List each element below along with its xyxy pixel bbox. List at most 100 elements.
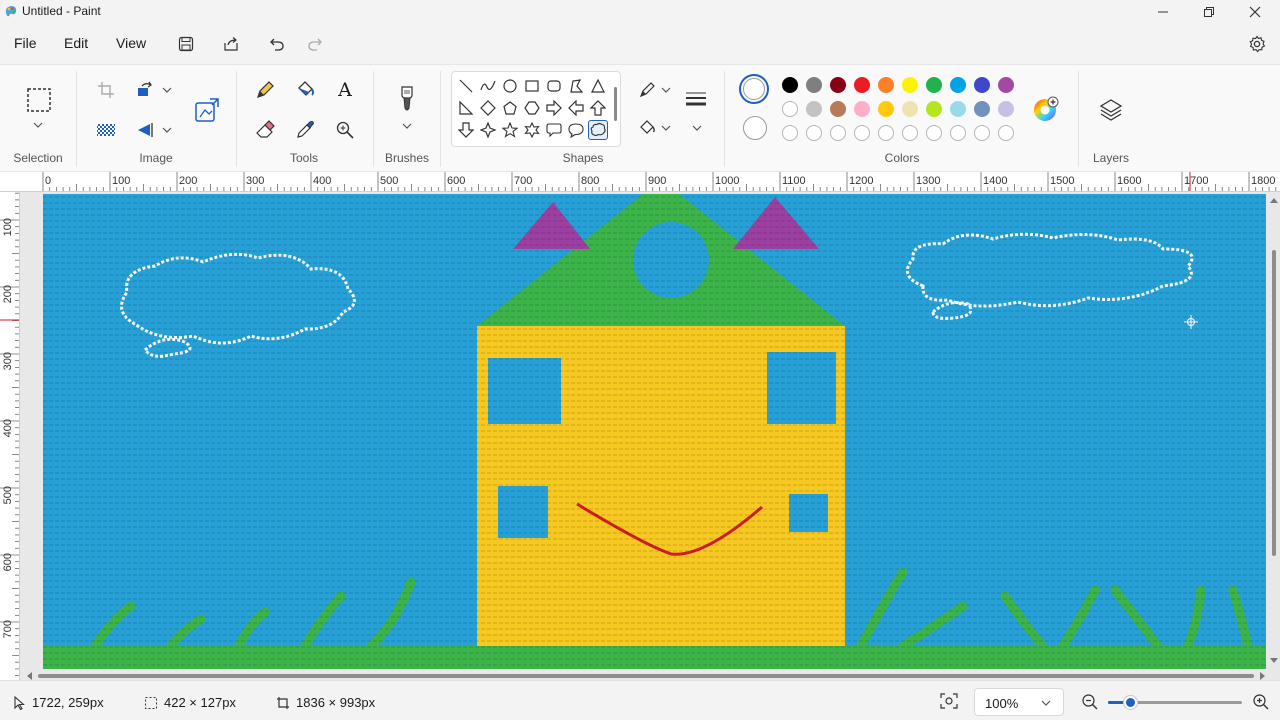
menu-file[interactable]: File [14, 35, 37, 51]
color-swatch[interactable] [998, 77, 1014, 93]
shape-line[interactable] [456, 76, 476, 96]
text-tool[interactable]: A [331, 77, 359, 103]
crop-button[interactable] [92, 77, 120, 103]
minimize-button[interactable] [1140, 0, 1186, 24]
save-button[interactable] [174, 33, 198, 55]
drawing-canvas[interactable] [43, 194, 1266, 669]
zoom-slider[interactable] [1108, 695, 1242, 709]
shape-fill-button[interactable] [633, 115, 661, 141]
shape-four-point-star[interactable] [478, 120, 498, 140]
color-swatch[interactable] [974, 77, 990, 93]
shape-oval[interactable] [500, 76, 520, 96]
magnifier-tool[interactable] [331, 117, 359, 143]
color-swatch[interactable] [902, 101, 918, 117]
zoom-in-button[interactable] [1252, 693, 1270, 714]
custom-color-slot[interactable] [998, 125, 1014, 141]
select-all-button[interactable] [92, 117, 120, 143]
zoom-level-dropdown[interactable]: 100% [974, 688, 1064, 716]
custom-color-slot[interactable] [854, 125, 870, 141]
select-tool[interactable] [24, 85, 54, 115]
custom-color-slot[interactable] [950, 125, 966, 141]
shape-hexagon[interactable] [522, 98, 542, 118]
shape-rectangle[interactable] [522, 76, 542, 96]
chevron-down-icon[interactable] [162, 86, 172, 94]
color-swatch[interactable] [950, 101, 966, 117]
settings-button[interactable] [1245, 33, 1269, 55]
brushes-button[interactable] [392, 85, 422, 115]
shape-outline-button[interactable] [633, 77, 661, 103]
shape-rounded-callout[interactable] [544, 120, 564, 140]
shape-pentagon[interactable] [500, 98, 520, 118]
chevron-down-icon[interactable] [402, 122, 412, 130]
color-swatch[interactable] [830, 101, 846, 117]
menu-view[interactable]: View [116, 35, 146, 51]
zoom-out-button[interactable] [1081, 693, 1099, 714]
shape-diamond[interactable] [478, 98, 498, 118]
custom-color-slot[interactable] [902, 125, 918, 141]
color-swatch[interactable] [974, 101, 990, 117]
chevron-down-icon[interactable] [692, 124, 702, 132]
chevron-down-icon[interactable] [33, 121, 43, 129]
color-swatch[interactable] [926, 101, 942, 117]
color-swatch[interactable] [902, 77, 918, 93]
shape-oval-callout[interactable] [566, 120, 586, 140]
custom-color-slot[interactable] [830, 125, 846, 141]
horizontal-scrollbar[interactable] [24, 669, 1268, 680]
ribbon-separator [373, 71, 374, 167]
shape-right-arrow[interactable] [544, 98, 564, 118]
shape-right-triangle[interactable] [456, 98, 476, 118]
custom-color-slot[interactable] [806, 125, 822, 141]
color-swatch[interactable] [854, 101, 870, 117]
redo-button[interactable] [304, 33, 328, 55]
color-swatch[interactable] [878, 101, 894, 117]
flip-button[interactable] [132, 117, 160, 143]
color-swatch[interactable] [806, 77, 822, 93]
shape-six-point-star[interactable] [522, 120, 542, 140]
secondary-color-button[interactable] [743, 116, 767, 140]
color-swatch[interactable] [782, 77, 798, 93]
shape-triangle[interactable] [588, 76, 608, 96]
resize-button[interactable] [192, 95, 222, 125]
primary-color-button[interactable] [739, 74, 769, 104]
menu-edit[interactable]: Edit [64, 35, 88, 51]
edit-colors-button[interactable] [1032, 95, 1062, 125]
fit-to-window-button[interactable] [940, 693, 958, 712]
vertical-scrollbar[interactable] [1268, 194, 1280, 669]
share-button[interactable] [219, 33, 243, 55]
color-swatch[interactable] [950, 77, 966, 93]
shape-curve[interactable] [478, 76, 498, 96]
zoom-slider-thumb[interactable] [1124, 696, 1137, 709]
eraser-tool[interactable] [251, 117, 279, 143]
custom-color-slot[interactable] [926, 125, 942, 141]
color-swatch[interactable] [878, 77, 894, 93]
close-button[interactable] [1232, 0, 1278, 24]
color-swatch[interactable] [854, 77, 870, 93]
color-swatch[interactable] [830, 77, 846, 93]
custom-color-slot[interactable] [878, 125, 894, 141]
custom-color-slot[interactable] [974, 125, 990, 141]
rotate-button[interactable] [132, 77, 160, 103]
shape-polygon[interactable] [566, 76, 586, 96]
shape-left-arrow[interactable] [566, 98, 586, 118]
restore-button[interactable] [1186, 0, 1232, 24]
shape-five-point-star[interactable] [500, 120, 520, 140]
custom-color-slot[interactable] [782, 125, 798, 141]
undo-button[interactable] [264, 33, 288, 55]
color-swatch[interactable] [806, 101, 822, 117]
layers-button[interactable] [1096, 95, 1126, 125]
shape-up-arrow[interactable] [588, 98, 608, 118]
chevron-down-icon[interactable] [661, 86, 671, 94]
shape-cloud-callout[interactable] [588, 120, 608, 140]
chevron-down-icon[interactable] [162, 126, 172, 134]
pencil-tool[interactable] [251, 77, 279, 103]
shape-rounded-rectangle[interactable] [544, 76, 564, 96]
line-size-button[interactable] [682, 87, 710, 113]
color-swatch[interactable] [782, 101, 798, 117]
shapes-scrollbar[interactable] [614, 87, 617, 121]
color-picker-tool[interactable] [291, 117, 319, 143]
fill-tool[interactable] [291, 77, 319, 103]
color-swatch[interactable] [926, 77, 942, 93]
color-swatch[interactable] [998, 101, 1014, 117]
chevron-down-icon[interactable] [661, 124, 671, 132]
shape-down-arrow[interactable] [456, 120, 476, 140]
